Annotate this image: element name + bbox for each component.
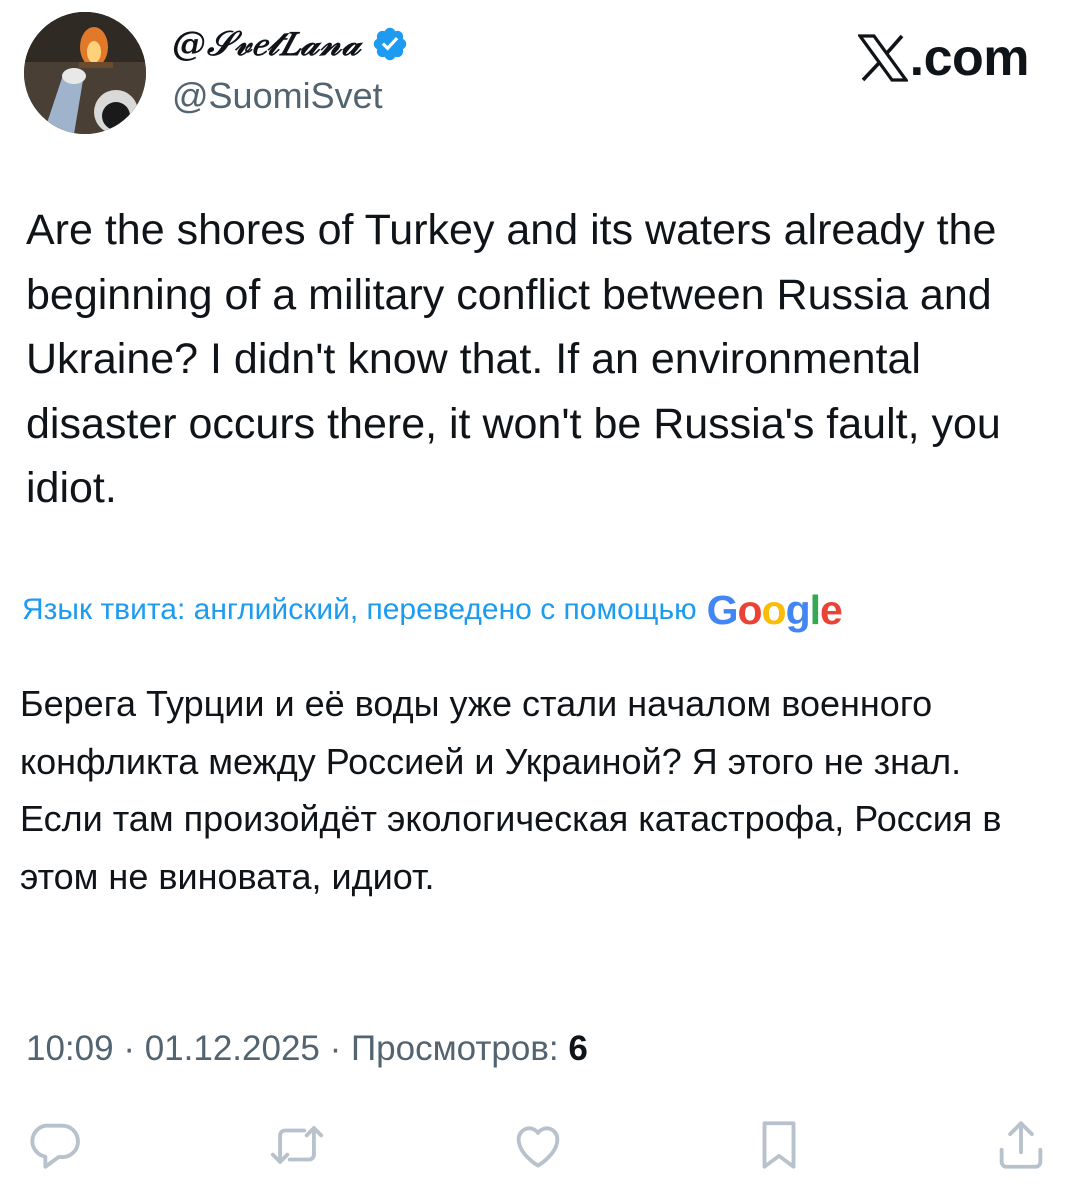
author-handle[interactable]: @SuomiSvet (172, 74, 383, 118)
like-button[interactable] (503, 1110, 573, 1180)
verified-badge-icon (374, 27, 407, 61)
x-logo-icon (857, 34, 908, 82)
reply-button[interactable] (20, 1110, 90, 1180)
share-icon (999, 1121, 1043, 1169)
views-label: Просмотров: (351, 1029, 559, 1068)
bookmark-button[interactable] (744, 1110, 814, 1180)
bookmark-icon (762, 1121, 796, 1169)
google-letter: o (761, 587, 787, 633)
tweet-header: @𝒮𝓋𝑒𝓉𝐿𝒶𝓃𝒶 @SuomiSvet .com (0, 0, 1075, 150)
x-brand: .com (857, 28, 1030, 88)
share-button[interactable] (986, 1110, 1056, 1180)
meta-separator: · (123, 1029, 135, 1068)
google-letter: G (706, 587, 739, 633)
site-suffix: .com (909, 29, 1030, 87)
avatar[interactable] (24, 12, 146, 134)
tweet-time[interactable]: 10:09 (26, 1029, 114, 1068)
views-count: 6 (568, 1029, 588, 1068)
tweet-text: Are the shores of Turkey and its waters … (26, 206, 1001, 512)
google-letter: o (737, 587, 763, 633)
reply-icon (30, 1123, 80, 1169)
translated-text: Берега Турции и её воды уже стали начало… (20, 683, 1002, 897)
action-bar (0, 1110, 1075, 1180)
author-name-row: @𝒮𝓋𝑒𝓉𝐿𝒶𝓃𝒶 (172, 22, 409, 66)
translation-note-label: Язык твита: английский, переведено с пом… (22, 593, 697, 626)
like-icon (516, 1126, 560, 1168)
google-letter: g (785, 587, 811, 633)
google-letter: e (820, 587, 843, 633)
retweet-button[interactable] (262, 1110, 332, 1180)
tweet-date[interactable]: 01.12.2025 (145, 1029, 320, 1068)
google-logo: Google (706, 585, 843, 635)
meta-separator: · (329, 1029, 342, 1068)
author-display-name[interactable]: @𝒮𝓋𝑒𝓉𝐿𝒶𝓃𝒶 (172, 22, 361, 66)
retweet-icon (270, 1126, 324, 1164)
tweet-meta: 10:09 · 01.12.2025 · Просмотров: 6 (26, 1024, 588, 1074)
google-letter: l (809, 587, 821, 633)
translation-note[interactable]: Язык твита: английский, переведено с пом… (22, 585, 843, 635)
